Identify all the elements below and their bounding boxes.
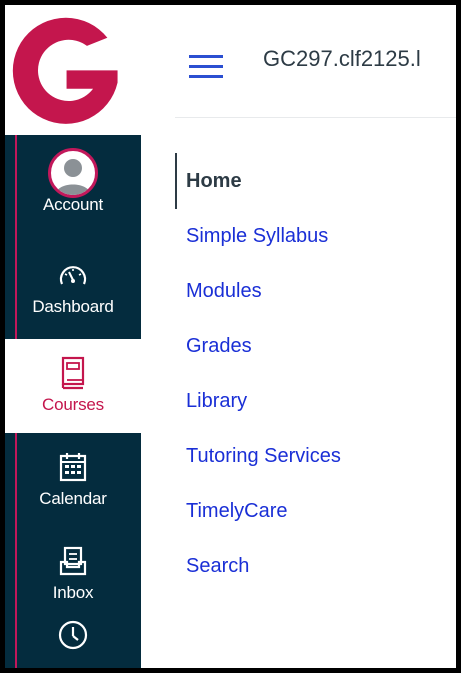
course-nav-simple-syllabus[interactable]: Simple Syllabus bbox=[186, 225, 328, 248]
nav-item-dashboard[interactable]: Dashboard bbox=[5, 241, 141, 335]
hamburger-line bbox=[189, 55, 223, 58]
nav-item-account[interactable]: Account bbox=[5, 139, 141, 233]
school-logo[interactable] bbox=[5, 5, 141, 135]
nav-label-inbox: Inbox bbox=[52, 583, 94, 602]
course-nav-search[interactable]: Search bbox=[186, 555, 249, 578]
nav-item-calendar[interactable]: Calendar bbox=[5, 433, 141, 527]
active-item-indicator bbox=[175, 153, 177, 209]
hamburger-line bbox=[189, 75, 223, 78]
dashboard-gauge-icon bbox=[58, 255, 88, 295]
nav-label-dashboard: Dashboard bbox=[32, 297, 114, 316]
nav-label-account: Account bbox=[42, 195, 104, 214]
course-nav-home[interactable]: Home bbox=[186, 170, 242, 193]
inbox-icon bbox=[59, 541, 87, 581]
course-nav-timelycare[interactable]: TimelyCare bbox=[186, 500, 288, 523]
hamburger-line bbox=[189, 65, 223, 68]
logo-g-icon bbox=[12, 17, 118, 124]
hamburger-menu-button[interactable] bbox=[189, 55, 223, 79]
book-icon bbox=[59, 353, 87, 393]
course-nav-modules[interactable]: Modules bbox=[186, 280, 262, 303]
course-header: GC297.clf2125.l bbox=[175, 5, 456, 118]
global-navigation: Account Dashboard Courses Calendar Inbox bbox=[5, 5, 141, 668]
clock-icon bbox=[57, 615, 89, 655]
course-nav-grades[interactable]: Grades bbox=[186, 335, 252, 358]
nav-item-history[interactable] bbox=[5, 601, 141, 668]
calendar-icon bbox=[59, 447, 87, 487]
course-navigation: Home Simple Syllabus Modules Grades Libr… bbox=[175, 153, 455, 653]
course-nav-tutoring-services[interactable]: Tutoring Services bbox=[186, 445, 341, 468]
course-nav-library[interactable]: Library bbox=[186, 390, 247, 413]
course-title-breadcrumb[interactable]: GC297.clf2125.l bbox=[263, 46, 421, 72]
nav-item-courses[interactable]: Courses bbox=[5, 339, 141, 433]
account-avatar bbox=[48, 148, 98, 198]
app-window: Account Dashboard Courses Calendar Inbox… bbox=[5, 5, 456, 668]
avatar-icon bbox=[48, 148, 98, 198]
nav-label-courses: Courses bbox=[42, 395, 104, 414]
nav-label-calendar: Calendar bbox=[39, 489, 107, 508]
